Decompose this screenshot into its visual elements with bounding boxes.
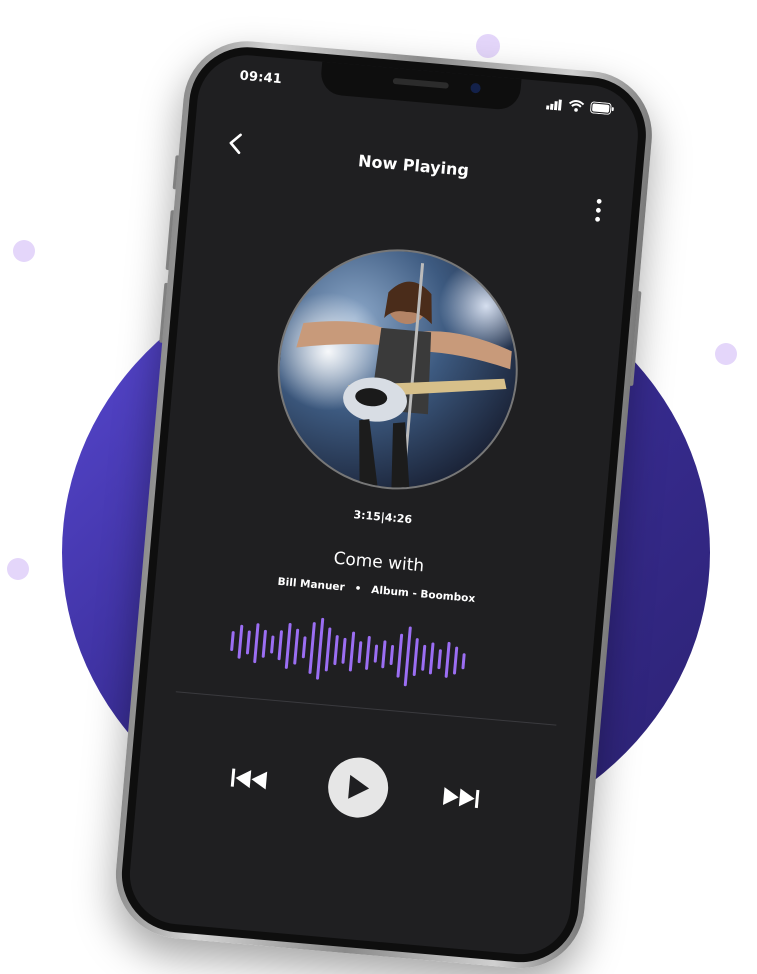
phone-mockup: 09:41 Now Playing 3:15|4:26 Come with Bi… — [110, 35, 658, 974]
more-vertical-icon[interactable] — [594, 198, 602, 226]
waveform-bar — [437, 649, 442, 670]
waveform-bar — [308, 622, 316, 674]
waveform-bar — [237, 624, 244, 659]
waveform-bar — [461, 653, 466, 670]
waveform-bar — [389, 645, 395, 665]
decor-dot — [715, 343, 737, 365]
next-track-icon[interactable] — [436, 779, 483, 817]
speaker-grille — [392, 77, 449, 89]
elapsed-time: 3:15 — [352, 508, 382, 524]
divider — [175, 691, 557, 726]
meta-separator: • — [354, 582, 362, 596]
waveform-bar — [444, 641, 451, 678]
decor-dot — [7, 558, 29, 580]
waveform-bar — [381, 640, 387, 669]
waveform-bar — [324, 627, 332, 672]
signal-icon — [546, 98, 562, 111]
waveform-bar — [357, 641, 363, 664]
page-title: Now Playing — [357, 151, 470, 180]
decor-dot — [476, 34, 500, 58]
waveform-bar — [301, 636, 307, 659]
play-button[interactable] — [325, 755, 391, 821]
status-time: 09:41 — [239, 68, 283, 88]
playback-controls — [196, 744, 522, 832]
artist-name: Bill Manuer — [277, 575, 346, 594]
waveform-bar — [316, 617, 325, 680]
waveform-bar — [284, 623, 292, 669]
waveform-bar — [373, 644, 379, 663]
waveform-bar — [333, 635, 339, 666]
waveform-bar — [230, 631, 235, 652]
waveform-bar — [270, 635, 275, 654]
phone-screen: 09:41 Now Playing 3:15|4:26 Come with Bi… — [125, 51, 643, 959]
waveform[interactable] — [225, 606, 470, 697]
waveform-bar — [365, 635, 371, 670]
waveform-bar — [452, 646, 459, 675]
waveform-bar — [421, 644, 427, 671]
waveform-bar — [412, 638, 419, 677]
waveform-bar — [261, 629, 267, 658]
previous-track-icon[interactable] — [227, 760, 274, 798]
battery-icon — [590, 101, 614, 115]
wifi-icon — [569, 100, 585, 112]
waveform-bar — [403, 626, 412, 687]
album-name: Album - Boombox — [370, 583, 476, 606]
waveform-bar — [245, 630, 251, 655]
front-camera — [470, 82, 481, 94]
progress-time: 3:15|4:26 — [162, 491, 603, 542]
track-duration: 4:26 — [384, 510, 413, 527]
waveform-bar — [348, 631, 356, 672]
play-icon — [348, 774, 370, 799]
waveform-bar — [277, 630, 283, 661]
waveform-bar — [396, 633, 404, 678]
status-icons — [546, 97, 615, 115]
waveform-bar — [341, 637, 347, 664]
waveform-bar — [293, 628, 300, 665]
album-art — [267, 239, 528, 500]
waveform-bar — [253, 623, 260, 664]
waveform-bar — [428, 642, 435, 675]
decor-dot — [13, 240, 35, 262]
